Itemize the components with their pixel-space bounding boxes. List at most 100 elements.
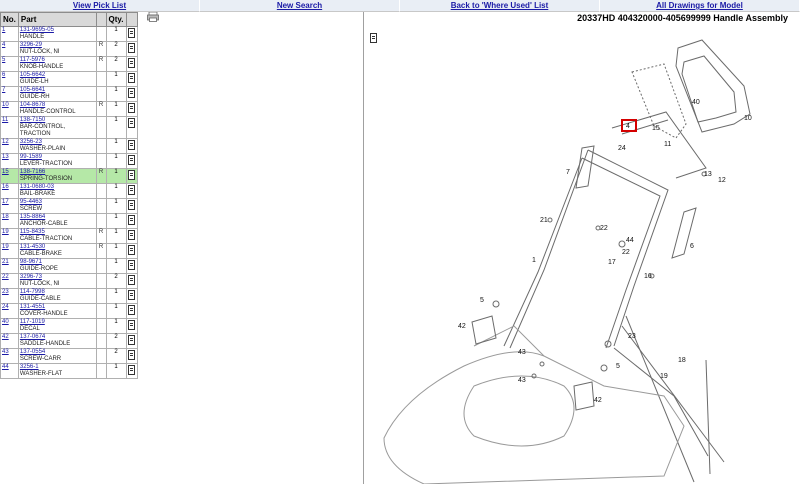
part-number-link[interactable]: 3296-73 (20, 274, 95, 281)
table-row[interactable]: 7 105-6641 GUIDE-RH 1 (0, 86, 138, 102)
table-row[interactable]: 1 131-9695-05 HANDLE 1 (0, 26, 138, 42)
part-number-link[interactable]: 104-8678 (20, 102, 95, 109)
part-number-link[interactable]: 117-5976 (20, 57, 95, 64)
table-row[interactable]: 43 137-0554 SCREW-CARR 2 (0, 348, 138, 364)
row-number-link[interactable]: 15 (0, 168, 19, 184)
callout[interactable]: 44 (626, 237, 634, 244)
all-drawings-link[interactable]: All Drawings for Model (600, 0, 800, 12)
table-row[interactable]: 22 3296-73 NUT-LOCK, NI 2 (0, 273, 138, 289)
row-number-link[interactable]: 13 (0, 153, 19, 169)
back-to-where-used-link[interactable]: Back to 'Where Used' List (400, 0, 600, 12)
row-number-link[interactable]: 22 (0, 273, 19, 289)
row-number-link[interactable]: 24 (0, 303, 19, 319)
part-number-link[interactable]: 95-4463 (20, 199, 95, 206)
document-icon[interactable] (128, 58, 136, 68)
document-icon[interactable] (128, 320, 136, 330)
table-row[interactable]: 19 115-8435 CABLE-TRACTION R 1 (0, 228, 138, 244)
document-icon[interactable] (128, 28, 136, 38)
document-icon[interactable] (128, 350, 136, 360)
document-icon[interactable] (128, 155, 136, 165)
callout[interactable]: 1 (532, 257, 536, 264)
part-number-link[interactable]: 3256-1 (20, 364, 95, 371)
callout[interactable]: 12 (718, 177, 726, 184)
callout[interactable]: 10 (744, 115, 752, 122)
row-number-link[interactable]: 40 (0, 318, 19, 334)
document-icon[interactable] (128, 290, 136, 300)
row-number-link[interactable]: 19 (0, 243, 19, 259)
part-number-link[interactable]: 131-4530 (20, 244, 95, 251)
part-number-link[interactable]: 131-0680-03 (20, 184, 95, 191)
row-number-link[interactable]: 23 (0, 288, 19, 304)
row-number-link[interactable]: 7 (0, 86, 19, 102)
callout[interactable]: 16 (644, 273, 652, 280)
table-row[interactable]: 13 99-1589 LEVER-TRACTION 1 (0, 153, 138, 169)
table-row[interactable]: 12 3256-23 WASHER-PLAIN 1 (0, 138, 138, 154)
document-icon[interactable] (128, 103, 136, 113)
document-icon[interactable] (128, 305, 136, 315)
part-number-link[interactable]: 114-7998 (20, 289, 95, 296)
part-number-link[interactable]: 138-7166 (20, 169, 95, 176)
row-number-link[interactable]: 12 (0, 138, 19, 154)
callout[interactable]: 13 (704, 171, 712, 178)
row-number-link[interactable]: 5 (0, 56, 19, 72)
parts-diagram[interactable]: 40 10 4 15 11 24 7 13 12 21 22 44 22 17 … (364, 26, 800, 484)
callout[interactable]: 11 (664, 141, 671, 148)
part-number-link[interactable]: 3296-29 (20, 42, 95, 49)
callout[interactable]: 42 (594, 397, 602, 404)
table-row[interactable]: 44 3256-1 WASHER-FLAT 1 (0, 363, 138, 379)
document-icon[interactable] (128, 335, 136, 345)
table-row[interactable]: 23 114-7998 GUIDE-CABLE 1 (0, 288, 138, 304)
row-number-link[interactable]: 43 (0, 348, 19, 364)
row-number-link[interactable]: 4 (0, 41, 19, 57)
document-icon[interactable] (128, 88, 136, 98)
part-number-link[interactable]: 131-9695-05 (20, 27, 95, 34)
row-number-link[interactable]: 17 (0, 198, 19, 214)
row-number-link[interactable]: 11 (0, 116, 19, 139)
table-row[interactable]: 17 95-4463 SCREW 1 (0, 198, 138, 214)
row-number-link[interactable]: 1 (0, 26, 19, 42)
row-number-link[interactable]: 10 (0, 101, 19, 117)
table-row[interactable]: 5 117-5976 KNOB-HANDLE R 2 (0, 56, 138, 72)
table-row[interactable]: 42 137-0674 SADDLE-HANDLE 2 (0, 333, 138, 349)
table-row[interactable]: 4 3296-29 NUT-LOCK, NI R 2 (0, 41, 138, 57)
table-row[interactable]: 11 138-7150 BAR-CONTROL, TRACTION 1 (0, 116, 138, 139)
callout[interactable]: 23 (628, 333, 636, 340)
table-row[interactable]: 16 131-0680-03 BAIL-BRAKE 1 (0, 183, 138, 199)
row-number-link[interactable]: 19 (0, 228, 19, 244)
document-icon[interactable] (128, 200, 136, 210)
callout[interactable]: 40 (692, 99, 700, 106)
callout[interactable]: 5 (480, 297, 484, 304)
callout[interactable]: 21 (540, 217, 548, 224)
callout[interactable]: 18 (678, 357, 686, 364)
table-row[interactable]: 21 98-9671 GUIDE-ROPE 1 (0, 258, 138, 274)
callout[interactable]: 5 (616, 363, 620, 370)
part-number-link[interactable]: 105-6642 (20, 72, 95, 79)
part-number-link[interactable]: 138-7150 (20, 117, 95, 124)
row-number-link[interactable]: 6 (0, 71, 19, 87)
part-number-link[interactable]: 135-8864 (20, 214, 95, 221)
view-pick-list-link[interactable]: View Pick List (0, 0, 200, 12)
callout[interactable]: 43 (518, 349, 526, 356)
part-number-link[interactable]: 115-8435 (20, 229, 95, 236)
callout[interactable]: 7 (566, 169, 570, 176)
part-number-link[interactable]: 3256-23 (20, 139, 95, 146)
table-row[interactable]: 10 104-8678 HANDLE-CONTROL R 1 (0, 101, 138, 117)
callout[interactable]: 15 (652, 125, 660, 132)
table-row[interactable]: 6 105-6642 GUIDE-LH 1 (0, 71, 138, 87)
document-icon[interactable] (128, 185, 136, 195)
row-number-link[interactable]: 18 (0, 213, 19, 229)
document-icon[interactable] (128, 73, 136, 83)
callout[interactable]: 42 (458, 323, 466, 330)
document-icon[interactable] (128, 140, 136, 150)
callout[interactable]: 6 (690, 243, 694, 250)
document-icon[interactable] (128, 118, 136, 128)
callout[interactable]: 19 (660, 373, 668, 380)
table-row[interactable]: 18 135-8864 ANCHOR-CABLE 1 (0, 213, 138, 229)
document-icon[interactable] (128, 365, 136, 375)
document-icon[interactable] (128, 260, 136, 270)
part-number-link[interactable]: 137-0674 (20, 334, 95, 341)
row-number-link[interactable]: 21 (0, 258, 19, 274)
document-icon[interactable] (128, 230, 136, 240)
row-number-link[interactable]: 42 (0, 333, 19, 349)
part-number-link[interactable]: 137-0554 (20, 349, 95, 356)
